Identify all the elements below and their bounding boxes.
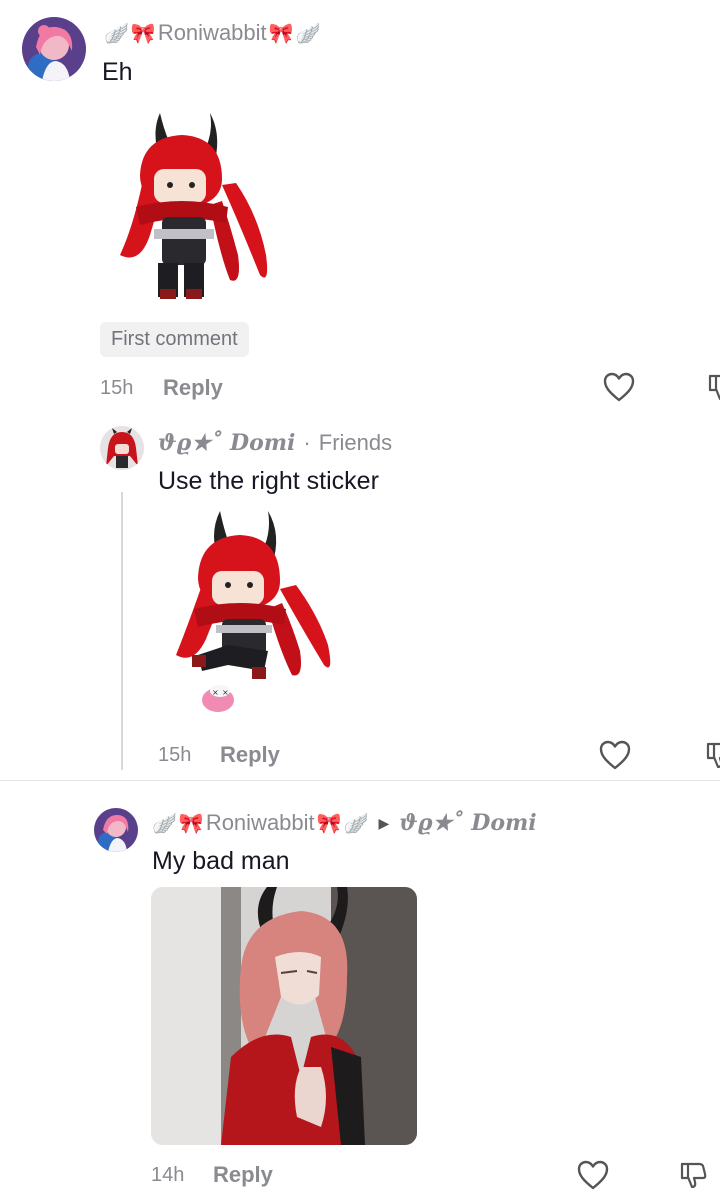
comment-text: Use the right sticker (158, 467, 379, 495)
comment-timestamp: 15h (158, 744, 192, 766)
comment-text: Eh (102, 58, 133, 86)
dislike-icon[interactable] (704, 740, 720, 770)
reply-to-username[interactable]: Domi (471, 810, 536, 836)
avatar[interactable] (94, 808, 138, 852)
avatar[interactable] (22, 17, 86, 81)
avatar[interactable] (100, 426, 144, 470)
username-label: Roniwabbit (157, 20, 267, 45)
attached-image[interactable] (151, 887, 417, 1145)
comment-timestamp: 14h (151, 1164, 185, 1186)
comment-timestamp: 15h (100, 377, 134, 399)
username-label: Domi (230, 430, 296, 456)
bow-icon: 🎀 (178, 812, 204, 835)
divider (0, 780, 720, 781)
reply-button[interactable]: Reply (163, 375, 223, 401)
reply-button[interactable]: Reply (220, 742, 280, 768)
wing-icon: 🪽 (343, 812, 369, 835)
thread-line (121, 492, 123, 770)
sticker-image: × × (168, 505, 338, 720)
relation-label: Friends (318, 430, 393, 455)
heart-icon[interactable] (577, 1160, 609, 1190)
heart-icon[interactable] (603, 372, 635, 402)
bow-icon: 🎀 (130, 22, 156, 45)
svg-text:×: × (212, 688, 219, 697)
heart-icon[interactable] (599, 740, 631, 770)
reply-to-prefix: ϑϱ★˚ (399, 810, 464, 836)
dislike-icon[interactable] (706, 372, 720, 402)
first-comment-badge: First comment (100, 322, 249, 357)
wing-icon: 🪽 (152, 812, 177, 835)
wing-icon: 🪽 (295, 22, 321, 45)
svg-text:×: × (222, 688, 229, 697)
comment-username[interactable]: 🪽 🎀 Roniwabbit 🎀 🪽 ▶ ϑϱ★˚ Domi (152, 810, 537, 836)
reply-arrow-icon: ▶ (378, 814, 390, 831)
comment-text: My bad man (152, 847, 290, 875)
bow-icon: 🎀 (268, 22, 294, 45)
separator: · (303, 430, 311, 455)
comment-username[interactable]: ϑϱ★˚ Domi · Friends (158, 430, 392, 456)
bow-icon: 🎀 (316, 812, 342, 835)
comment-username[interactable]: 🪽 🎀 Roniwabbit 🎀 🪽 (104, 20, 320, 46)
wing-icon: 🪽 (104, 22, 129, 45)
dislike-icon[interactable] (678, 1160, 708, 1190)
username-label: Roniwabbit (205, 810, 315, 835)
username-prefix: ϑϱ★˚ (158, 430, 223, 456)
reply-button[interactable]: Reply (213, 1162, 273, 1188)
sticker-image (110, 105, 280, 305)
